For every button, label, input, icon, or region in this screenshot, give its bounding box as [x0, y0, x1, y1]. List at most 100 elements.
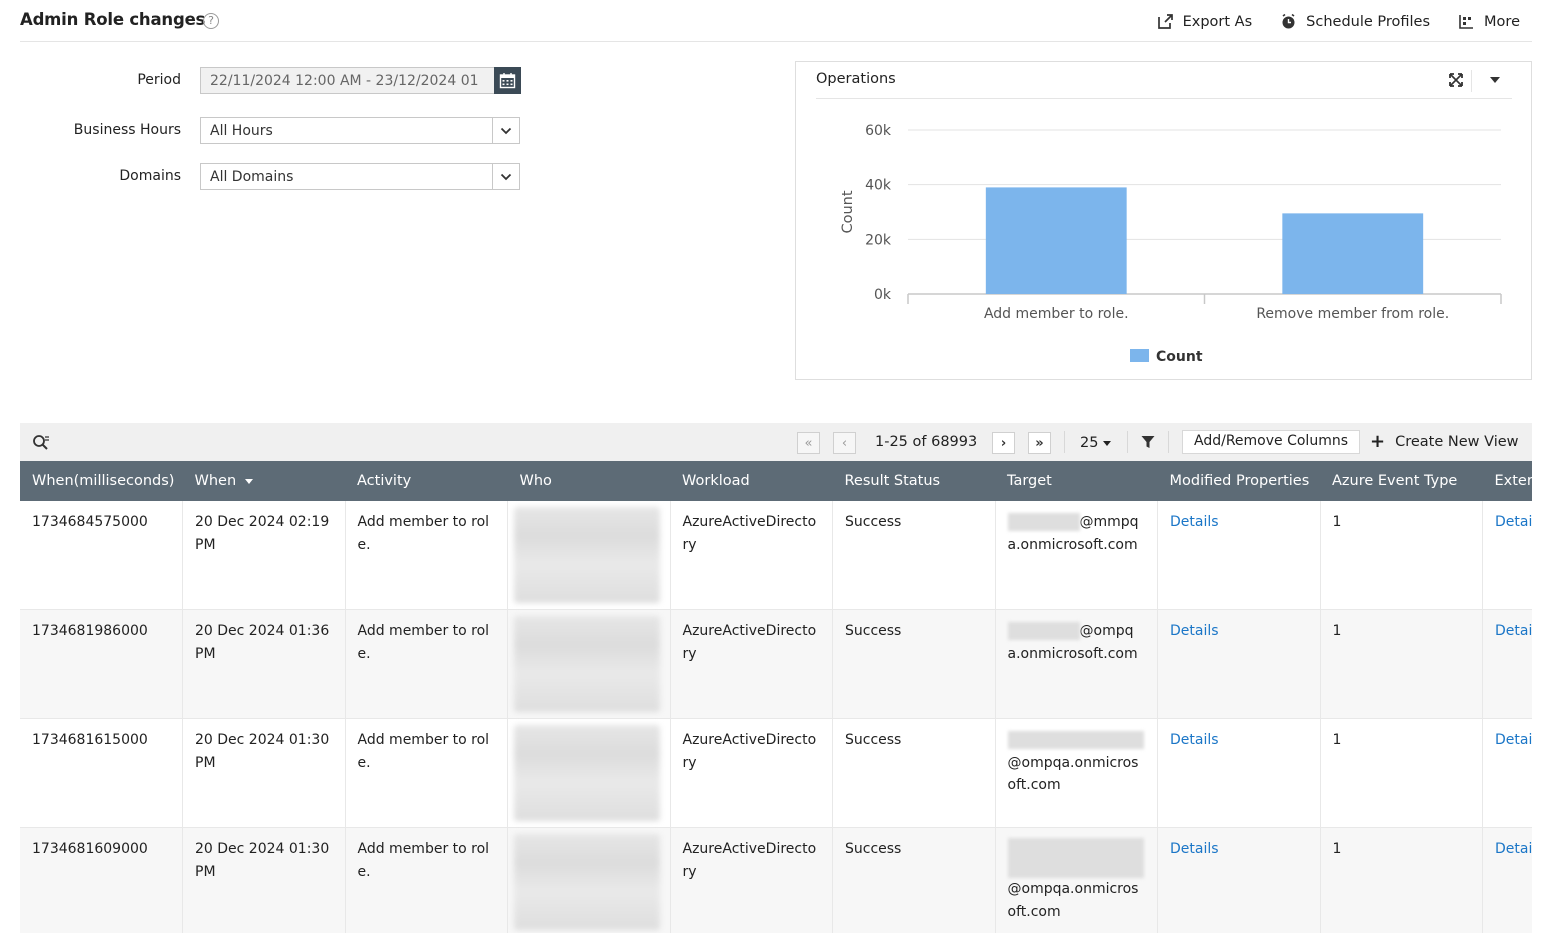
chevron-down-icon[interactable]	[492, 164, 519, 189]
page-title: Admin Role changes	[20, 10, 206, 29]
table-row[interactable]: 1734681609000 20 Dec 2024 01:30 PM Add m…	[20, 827, 1532, 933]
expand-icon[interactable]	[1448, 72, 1464, 88]
period-field[interactable]: 22/11/2024 12:00 AM - 23/12/2024 01	[200, 67, 495, 94]
sort-desc-icon	[245, 478, 254, 484]
cell-activity: Add member to role.	[345, 609, 508, 719]
details-link[interactable]: Details	[1495, 732, 1532, 748]
more-icon	[1459, 15, 1474, 29]
redacted-block	[514, 616, 660, 712]
help-icon[interactable]: ?	[203, 13, 219, 29]
column-header-who[interactable]: Who	[507, 461, 670, 501]
chart-header: Operations	[816, 62, 1512, 99]
page-header: Admin Role changes ? Export As Schedule …	[20, 0, 1532, 42]
chart-header-divider	[1471, 70, 1472, 92]
search-icon[interactable]	[32, 434, 50, 452]
chevron-right-icon: ›	[1000, 435, 1007, 451]
bar	[1282, 213, 1424, 294]
details-link[interactable]: Details	[1170, 514, 1219, 530]
last-page-button[interactable]: »	[1028, 432, 1051, 454]
business-hours-select[interactable]: All Hours	[200, 117, 520, 144]
grid-toolbar: « ‹ 1-25 of 68993 › » 25 Add/Remove Colu…	[20, 423, 1532, 461]
cell-when: 20 Dec 2024 01:36 PM	[182, 609, 346, 719]
cell-azure-event-type: 1	[1320, 501, 1483, 610]
plus-icon: +	[1370, 431, 1386, 452]
export-as-button[interactable]: Export As	[1157, 13, 1252, 30]
toolbar-divider	[1168, 431, 1169, 453]
details-link[interactable]: Details	[1170, 732, 1219, 748]
first-page-button[interactable]: «	[797, 432, 820, 454]
next-page-button[interactable]: ›	[992, 432, 1015, 454]
legend-label: Count	[1156, 349, 1203, 365]
column-header-workload[interactable]: Workload	[670, 461, 833, 501]
export-icon	[1157, 14, 1173, 29]
redacted-block	[514, 834, 660, 930]
cell-azure-event-type: 1	[1320, 609, 1483, 719]
redacted-block	[1007, 731, 1144, 749]
cell-result-status: Success	[832, 827, 996, 933]
domains-row: Domains All Domains	[20, 163, 530, 191]
page-info: 1-25 of 68993	[875, 434, 978, 450]
table-row[interactable]: 1734684575000 20 Dec 2024 02:19 PM Add m…	[20, 501, 1532, 610]
redacted-block	[514, 507, 660, 603]
prev-page-button[interactable]: ‹	[833, 432, 856, 454]
column-header-activity[interactable]: Activity	[345, 461, 508, 501]
legend-swatch	[1130, 349, 1149, 362]
column-header-result-status[interactable]: Result Status	[832, 461, 995, 501]
column-header-azure-event-type[interactable]: Azure Event Type	[1320, 461, 1483, 501]
cell-who-redacted	[507, 827, 671, 933]
details-link[interactable]: Details	[1170, 623, 1219, 639]
x-tick-label: Remove member from role.	[1256, 306, 1449, 322]
double-chevron-left-icon: «	[804, 435, 813, 451]
domains-value: All Domains	[210, 169, 294, 185]
cell-when-ms: 1734681986000	[20, 609, 183, 719]
details-link[interactable]: Details	[1495, 623, 1532, 639]
add-remove-columns-button[interactable]: Add/Remove Columns	[1182, 430, 1360, 454]
redacted-block	[1007, 513, 1080, 531]
business-hours-value: All Hours	[210, 123, 273, 139]
domains-select[interactable]: All Domains	[200, 163, 520, 190]
cell-modified-properties: Details	[1157, 609, 1321, 719]
cell-when: 20 Dec 2024 01:30 PM	[182, 718, 346, 828]
column-header-when-ms[interactable]: When(milliseconds)	[20, 461, 183, 501]
chevron-down-icon[interactable]	[492, 118, 519, 143]
more-button[interactable]: More	[1458, 13, 1520, 30]
schedule-profiles-button[interactable]: Schedule Profiles	[1280, 13, 1430, 30]
column-header-when[interactable]: When	[182, 461, 345, 501]
toolbar-divider	[1127, 431, 1128, 453]
table-row[interactable]: 1734681986000 20 Dec 2024 01:36 PM Add m…	[20, 609, 1532, 719]
create-new-view-button[interactable]: + Create New View	[1370, 431, 1519, 452]
cell-who-redacted	[507, 501, 671, 610]
cell-when: 20 Dec 2024 01:30 PM	[182, 827, 346, 933]
cell-extended: Details	[1482, 609, 1532, 719]
x-tick-label: Add member to role.	[984, 306, 1129, 322]
cell-who-redacted	[507, 718, 671, 828]
chart-menu-icon[interactable]	[1490, 77, 1500, 83]
calendar-button[interactable]	[494, 67, 521, 94]
cell-target: @mmpqa.onmicrosoft.com	[995, 501, 1158, 610]
filter-icon[interactable]	[1141, 435, 1155, 449]
cell-when: 20 Dec 2024 02:19 PM	[182, 501, 346, 610]
page-size-select[interactable]: 25	[1080, 435, 1112, 451]
cell-activity: Add member to role.	[345, 501, 508, 610]
details-link[interactable]: Details	[1495, 841, 1532, 857]
column-header-extended[interactable]: Exter	[1482, 461, 1532, 501]
y-tick-label: 0k	[874, 287, 892, 303]
details-link[interactable]: Details	[1495, 514, 1532, 530]
column-header-modified-properties[interactable]: Modified Properties	[1157, 461, 1320, 501]
cell-extended: Details	[1482, 718, 1532, 828]
cell-target: @ompqa.onmicrosoft.com	[995, 827, 1158, 933]
target-suffix: @ompqa.onmicrosoft.com	[1007, 881, 1139, 920]
cell-azure-event-type: 1	[1320, 827, 1483, 933]
details-link[interactable]: Details	[1170, 841, 1219, 857]
table-row[interactable]: 1734681615000 20 Dec 2024 01:30 PM Add m…	[20, 718, 1532, 828]
report-table-container[interactable]: When(milliseconds) When Activity Who Wor…	[20, 461, 1532, 933]
redacted-block	[514, 725, 660, 821]
cell-when-ms: 1734681615000	[20, 718, 183, 828]
page-size-value: 25	[1080, 435, 1099, 451]
cell-who-redacted	[507, 609, 671, 719]
column-header-target[interactable]: Target	[995, 461, 1158, 501]
cell-result-status: Success	[832, 718, 996, 828]
y-axis-title: Count	[840, 190, 856, 233]
cell-workload: AzureActiveDirectory	[670, 501, 833, 610]
cell-workload: AzureActiveDirectory	[670, 718, 833, 828]
